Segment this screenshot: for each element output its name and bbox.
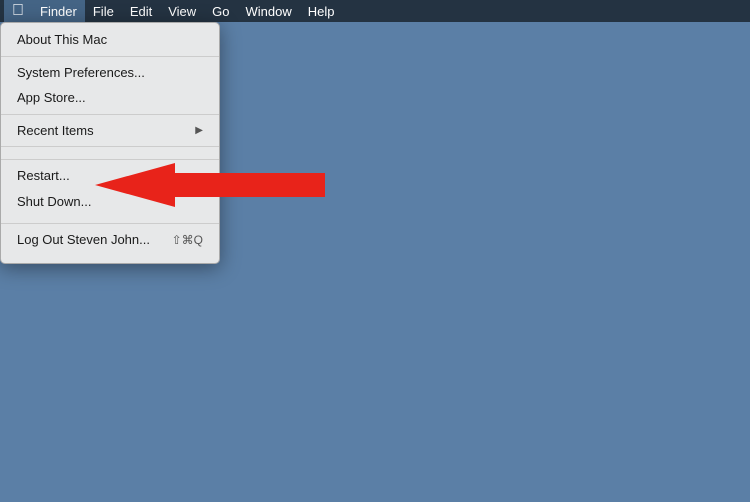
force-quit-item[interactable] bbox=[1, 150, 219, 156]
submenu-arrow-icon: ▶ bbox=[195, 123, 203, 138]
separator-4 bbox=[1, 159, 219, 160]
go-menu[interactable]: Go bbox=[204, 0, 237, 22]
view-menu[interactable]: View bbox=[160, 0, 204, 22]
restart-item[interactable]: Shut Down... bbox=[1, 189, 219, 215]
separator-1 bbox=[1, 56, 219, 57]
finder-menu[interactable]: Finder bbox=[32, 0, 85, 22]
window-menu[interactable]: Window bbox=[238, 0, 300, 22]
help-menu[interactable]: Help bbox=[300, 0, 343, 22]
separator-2 bbox=[1, 114, 219, 115]
sleep-item[interactable]: Restart... bbox=[1, 163, 219, 189]
menubar:  Finder File Edit View Go Window Help bbox=[0, 0, 750, 22]
file-menu[interactable]: File bbox=[85, 0, 122, 22]
logout-item[interactable] bbox=[1, 253, 219, 259]
system-preferences-item[interactable]: System Preferences... bbox=[1, 60, 219, 86]
separator-3 bbox=[1, 146, 219, 147]
edit-menu[interactable]: Edit bbox=[122, 0, 160, 22]
about-this-mac-item[interactable]: About This Mac bbox=[1, 27, 219, 53]
shut-down-item[interactable] bbox=[1, 214, 219, 220]
apple-menu-button[interactable]:  bbox=[4, 0, 32, 22]
lock-screen-item[interactable]: Log Out Steven John... ⇧⌘Q bbox=[1, 227, 219, 253]
lock-screen-shortcut: ⇧⌘Q bbox=[172, 231, 203, 249]
apple-dropdown-menu: About This Mac System Preferences... App… bbox=[0, 22, 220, 264]
apple-icon:  bbox=[12, 2, 24, 20]
app-store-item[interactable]: App Store... bbox=[1, 85, 219, 111]
separator-5 bbox=[1, 223, 219, 224]
recent-items-item[interactable]: Recent Items ▶ bbox=[1, 118, 219, 144]
